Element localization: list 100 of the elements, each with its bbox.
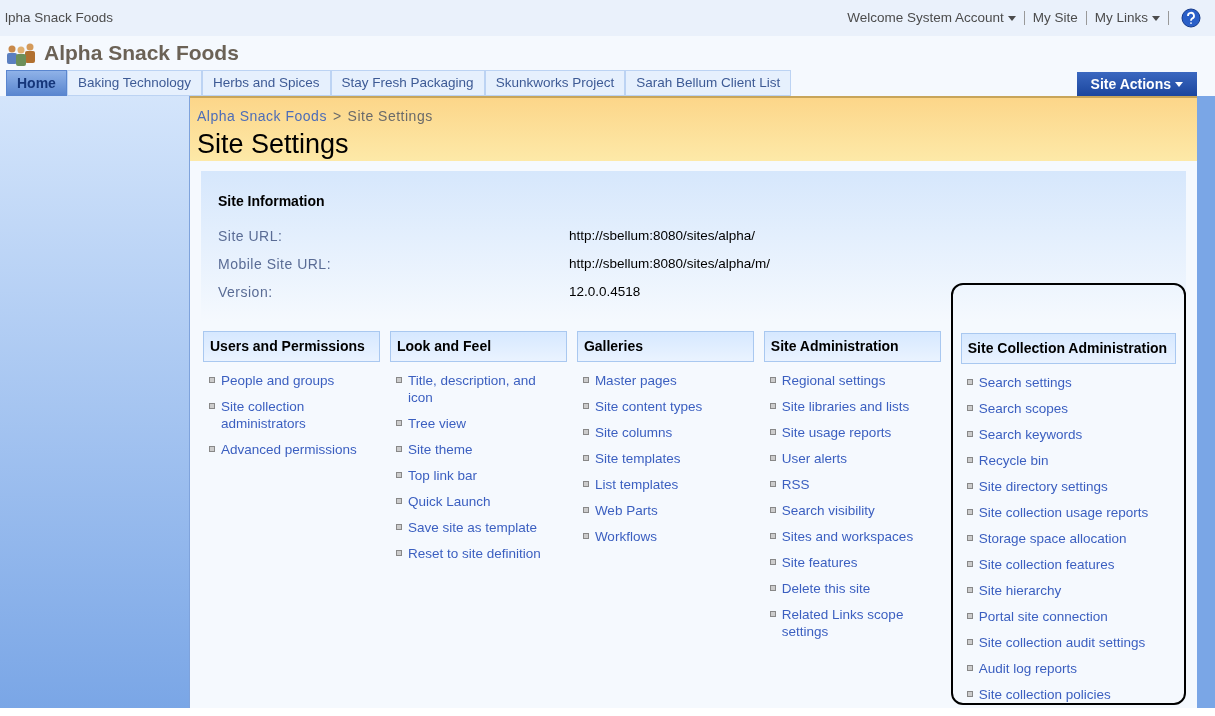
settings-link[interactable]: Workflows [594, 528, 657, 545]
bullet-icon [395, 550, 402, 556]
settings-link[interactable]: Site collection features [978, 556, 1115, 573]
bullet-icon [395, 446, 402, 452]
bullet-icon [966, 665, 973, 671]
settings-link[interactable]: Search visibility [781, 502, 875, 519]
settings-link[interactable]: Search settings [978, 374, 1072, 391]
bullet-icon [769, 585, 776, 591]
bullet-icon [966, 535, 973, 541]
settings-link[interactable]: Site features [781, 554, 858, 571]
settings-link[interactable]: Site hierarchy [978, 582, 1062, 599]
settings-link[interactable]: Site libraries and lists [781, 398, 910, 415]
settings-link[interactable]: Title, description, and icon [407, 372, 558, 406]
section-heading: Site Administration [763, 331, 941, 362]
section-heading: Galleries [576, 331, 754, 362]
bullet-icon [966, 587, 973, 593]
bullet-icon [769, 429, 776, 435]
settings-link[interactable]: Search keywords [978, 426, 1083, 443]
nav-tab[interactable]: Sarah Bellum Client List [625, 70, 792, 96]
settings-link[interactable]: Master pages [594, 372, 677, 389]
bullet-icon [966, 509, 973, 515]
bullet-icon [769, 481, 776, 487]
site-actions-button[interactable]: Site Actions [1076, 72, 1197, 96]
caret-icon [1007, 15, 1016, 21]
settings-link[interactable]: Delete this site [781, 580, 871, 597]
bullet-icon [966, 639, 973, 645]
settings-link[interactable]: Site templates [594, 450, 681, 467]
bullet-icon [395, 524, 402, 530]
bullet-icon [395, 498, 402, 504]
section-heading: Look and Feel [389, 331, 567, 362]
info-label: Version: [218, 282, 274, 302]
bullet-icon [966, 483, 973, 489]
settings-link[interactable]: Web Parts [594, 502, 658, 519]
bullet-icon [966, 405, 973, 411]
bullet-icon [966, 379, 973, 385]
nav-tab[interactable]: Herbs and Spices [202, 70, 331, 96]
bullet-icon [209, 403, 215, 409]
bullet-icon [582, 533, 589, 539]
bullet-icon [395, 377, 402, 383]
settings-link[interactable]: Related Links scope settings [781, 606, 932, 640]
settings-link[interactable]: Regional settings [781, 372, 886, 389]
nav-tab[interactable]: Stay Fresh Packaging [330, 70, 485, 96]
bullet-icon [769, 377, 776, 383]
breadcrumb-current: Site Settings [347, 107, 433, 126]
settings-link[interactable]: Site columns [594, 424, 673, 441]
bullet-icon [769, 611, 776, 617]
settings-link[interactable]: Reset to site definition [407, 545, 541, 562]
settings-link[interactable]: Site collection administrators [221, 398, 371, 432]
info-label: Site URL: [218, 226, 284, 246]
settings-link[interactable]: Storage space allocation [978, 530, 1127, 547]
nav-tab[interactable]: Baking Technology [66, 70, 202, 96]
bullet-icon [209, 377, 215, 383]
top-link[interactable]: My Links [1094, 7, 1160, 29]
site-information-heading: Site Information [218, 192, 326, 211]
settings-link[interactable]: Site collection usage reports [978, 504, 1149, 521]
settings-link[interactable]: User alerts [781, 450, 848, 467]
bullet-icon [769, 403, 776, 409]
welcome-menu[interactable]: Welcome System Account [847, 7, 1016, 29]
top-link[interactable]: My Site [1032, 7, 1078, 29]
settings-link[interactable]: Site theme [407, 441, 473, 458]
settings-link[interactable]: Quick Launch [407, 493, 491, 510]
bullet-icon [966, 691, 973, 697]
settings-link[interactable]: Search scopes [978, 400, 1069, 417]
bullet-icon [769, 533, 776, 539]
settings-link[interactable]: Advanced permissions [221, 441, 357, 458]
nav-tab[interactable]: Skunkworks Project [484, 70, 626, 96]
settings-link[interactable]: Tree view [407, 415, 466, 432]
site-title: Alpha Snack Foods [44, 40, 239, 67]
settings-link[interactable]: Site content types [594, 398, 703, 415]
nav-tab[interactable]: Home [6, 70, 67, 96]
settings-link[interactable]: People and groups [221, 372, 335, 389]
settings-link[interactable]: RSS [781, 476, 810, 493]
settings-link[interactable]: Save site as template [407, 519, 537, 536]
settings-link[interactable]: List templates [594, 476, 679, 493]
settings-link[interactable]: Site collection audit settings [978, 634, 1146, 651]
settings-link[interactable]: Sites and workspaces [781, 528, 914, 545]
settings-link[interactable]: Recycle bin [978, 452, 1049, 469]
bullet-icon [582, 403, 589, 409]
settings-link[interactable]: Portal site connection [978, 608, 1108, 625]
bullet-icon [966, 457, 973, 463]
settings-link[interactable]: Top link bar [407, 467, 477, 484]
bullet-icon [395, 420, 402, 426]
bullet-icon [209, 446, 215, 452]
site-name: lpha Snack Foods [4, 8, 114, 27]
settings-link[interactable]: Site usage reports [781, 424, 892, 441]
caret-icon [1152, 15, 1160, 21]
breadcrumb-link[interactable]: Alpha Snack Foods [197, 106, 327, 127]
help-icon[interactable] [1181, 8, 1201, 28]
info-value: http://sbellum:8080/sites/alpha/ [569, 226, 756, 245]
caret-icon [1175, 81, 1183, 87]
settings-link[interactable]: Audit log reports [978, 660, 1078, 677]
bullet-icon [769, 507, 776, 513]
info-value: http://sbellum:8080/sites/alpha/m/ [569, 254, 771, 273]
bullet-icon [966, 613, 973, 619]
page-title: Site Settings [197, 128, 350, 161]
section-heading: Users and Permissions [203, 331, 380, 362]
settings-link[interactable]: Site collection policies [978, 686, 1111, 703]
bullet-icon [966, 431, 973, 437]
section-heading: Site Collection Administration [960, 333, 1176, 364]
settings-link[interactable]: Site directory settings [978, 478, 1108, 495]
